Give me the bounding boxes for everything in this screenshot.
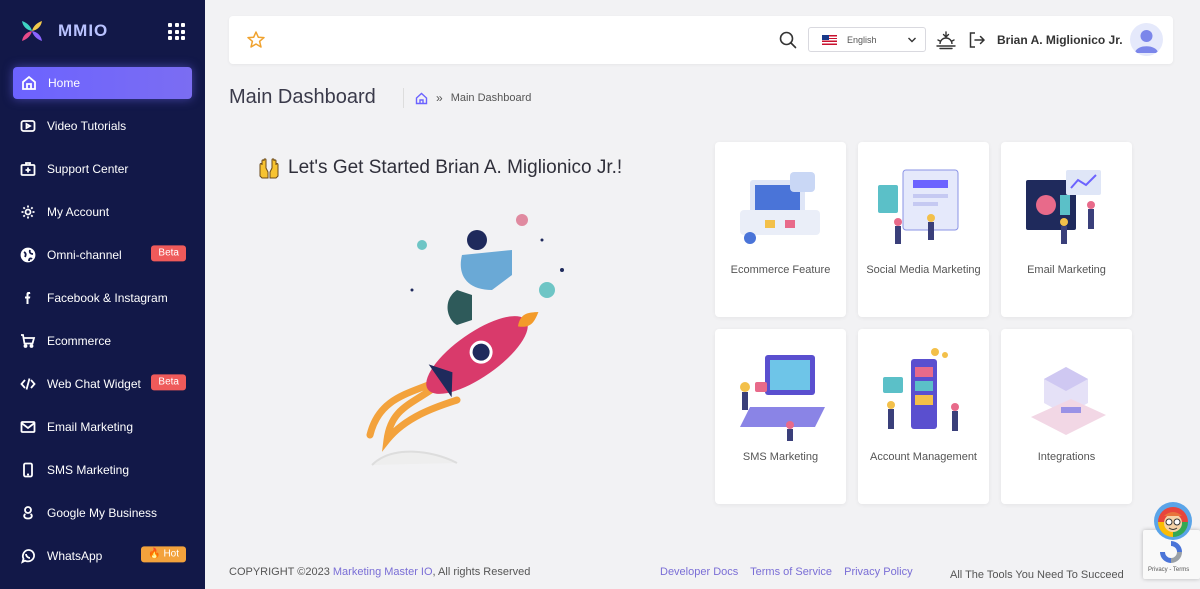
card-social-media-marketing[interactable]: Social Media Marketing: [858, 142, 989, 317]
sidebar-item-support-center[interactable]: Support Center: [0, 147, 205, 190]
privacy-policy-link[interactable]: Privacy Policy: [844, 566, 912, 578]
social-media-illustration: [878, 169, 959, 244]
card-ecommerce-feature[interactable]: Ecommerce Feature: [715, 142, 846, 317]
breadcrumb-current: Main Dashboard: [450, 92, 532, 104]
copyright-suffix: , All rights Reserved: [432, 566, 531, 578]
card-account-management[interactable]: Account Management: [858, 329, 989, 504]
sidebar-item-whatsapp[interactable]: WhatsApp 🔥 Hot: [0, 534, 205, 577]
sidebar-item-my-account[interactable]: My Account: [0, 190, 205, 233]
us-flag-icon: [822, 34, 837, 45]
brand[interactable]: MMIO: [18, 16, 108, 46]
globe-icon: [19, 246, 37, 264]
company-link[interactable]: Marketing Master IO: [333, 566, 433, 578]
card-integrations[interactable]: Integrations: [1001, 329, 1132, 504]
sidebar: MMIO Home Video Tutorials Support Center…: [0, 0, 205, 589]
sms-marketing-illustration: [740, 355, 825, 441]
hot-badge-label: Hot: [163, 547, 179, 559]
support-icon: [19, 160, 37, 178]
phone-icon: [19, 461, 37, 479]
facebook-icon: [19, 289, 37, 307]
sidebar-item-label: Video Tutorials: [47, 118, 127, 133]
breadcrumb-separator: »: [436, 91, 443, 105]
sidebar-item-label: Omni-channel: [47, 247, 122, 262]
star-icon[interactable]: [246, 30, 266, 50]
breadcrumb: » Main Dashboard: [403, 88, 531, 108]
sunset-icon[interactable]: [935, 29, 957, 51]
card-label: SMS Marketing: [742, 451, 819, 463]
search-icon[interactable]: [779, 31, 797, 49]
ecommerce-illustration: [740, 172, 820, 244]
user-name[interactable]: Brian A. Miglionico Jr.: [997, 33, 1123, 47]
user-avatar-icon: [1135, 30, 1158, 53]
code-icon: [19, 375, 37, 393]
sidebar-item-omni-channel[interactable]: Omni-channel Beta: [0, 233, 205, 276]
mascot-face-icon: [1158, 507, 1188, 537]
gear-icon: [19, 203, 37, 221]
language-label: English: [847, 34, 877, 45]
beta-badge: Beta: [151, 244, 186, 261]
brand-name: MMIO: [58, 21, 109, 40]
language-select[interactable]: English: [808, 27, 926, 52]
footer-links: Developer Docs Terms of Service Privacy …: [660, 566, 922, 578]
copyright-prefix: COPYRIGHT ©2023: [229, 566, 330, 578]
hero-title-text: Let's Get Started Brian A. Miglionico Jr…: [288, 157, 623, 178]
developer-docs-link[interactable]: Developer Docs: [660, 566, 738, 578]
sidebar-item-video-tutorials[interactable]: Video Tutorials: [0, 104, 205, 147]
mmio-logo-icon: [22, 21, 42, 41]
account-management-illustration: [883, 348, 959, 431]
hot-badge: 🔥 Hot: [141, 545, 186, 562]
sidebar-item-email-marketing[interactable]: Email Marketing: [0, 405, 205, 448]
sidebar-item-label: Google My Business: [47, 505, 158, 520]
sidebar-item-label: Ecommerce: [47, 333, 112, 348]
hero-title: Let's Get Started Brian A. Miglionico Jr…: [257, 156, 622, 180]
card-label: Integrations: [1037, 451, 1096, 463]
sidebar-item-google-my-business[interactable]: Google My Business: [0, 491, 205, 534]
footer-copyright: COPYRIGHT ©2023 Marketing Master IO, All…: [229, 566, 530, 578]
card-label: Account Management: [869, 451, 977, 463]
sidebar-item-label: Facebook & Instagram: [47, 290, 168, 305]
video-icon: [19, 117, 37, 135]
card-label: Ecommerce Feature: [730, 264, 831, 276]
sidebar-item-label: My Account: [47, 204, 110, 219]
beta-badge: Beta: [151, 373, 186, 390]
rocket-illustration: [366, 214, 564, 466]
mail-icon: [19, 418, 37, 436]
sidebar-item-ecommerce[interactable]: Ecommerce: [0, 319, 205, 362]
sidebar-item-label: WhatsApp: [47, 548, 103, 563]
sidebar-item-home[interactable]: Home: [13, 67, 192, 99]
chat-mascot-icon[interactable]: [1154, 502, 1192, 540]
apps-grid-icon[interactable]: [168, 23, 185, 40]
terms-of-service-link[interactable]: Terms of Service: [750, 566, 832, 578]
integrations-illustration: [1031, 367, 1106, 435]
breadcrumb-home-icon[interactable]: [415, 92, 428, 105]
logout-icon[interactable]: [967, 30, 987, 50]
card-label: Email Marketing: [1027, 264, 1106, 276]
home-icon: [20, 74, 38, 92]
card-label: Social Media Marketing: [866, 264, 981, 276]
whatsapp-icon: [19, 547, 37, 565]
sidebar-item-facebook-instagram[interactable]: Facebook & Instagram: [0, 276, 205, 319]
card-email-marketing[interactable]: Email Marketing: [1001, 142, 1132, 317]
chevron-down-icon: [908, 37, 916, 43]
sidebar-item-label: Web Chat Widget: [47, 376, 141, 391]
sidebar-item-label: SMS Marketing: [47, 462, 130, 477]
sidebar-item-web-chat-widget[interactable]: Web Chat Widget Beta: [0, 362, 205, 405]
recaptcha-icon: [1160, 541, 1182, 563]
sidebar-nav: Home Video Tutorials Support Center My A…: [0, 61, 205, 577]
raising-hands-emoji-icon: [259, 158, 279, 179]
sidebar-item-sms-marketing[interactable]: SMS Marketing: [0, 448, 205, 491]
email-marketing-illustration: [1026, 170, 1101, 244]
top-bar: English Brian A. Miglionico Jr.: [229, 16, 1173, 64]
recaptcha-text[interactable]: Privacy - Terms: [1148, 567, 1189, 573]
google-icon: [19, 504, 37, 522]
footer-tagline: All The Tools You Need To Succeed: [950, 569, 1124, 581]
page-title: Main Dashboard: [229, 86, 376, 108]
sidebar-item-label: Email Marketing: [47, 419, 134, 434]
card-sms-marketing[interactable]: SMS Marketing: [715, 329, 846, 504]
sidebar-item-label: Home: [48, 76, 81, 90]
avatar[interactable]: [1130, 23, 1163, 56]
cart-icon: [19, 332, 37, 350]
sidebar-item-label: Support Center: [47, 161, 129, 176]
